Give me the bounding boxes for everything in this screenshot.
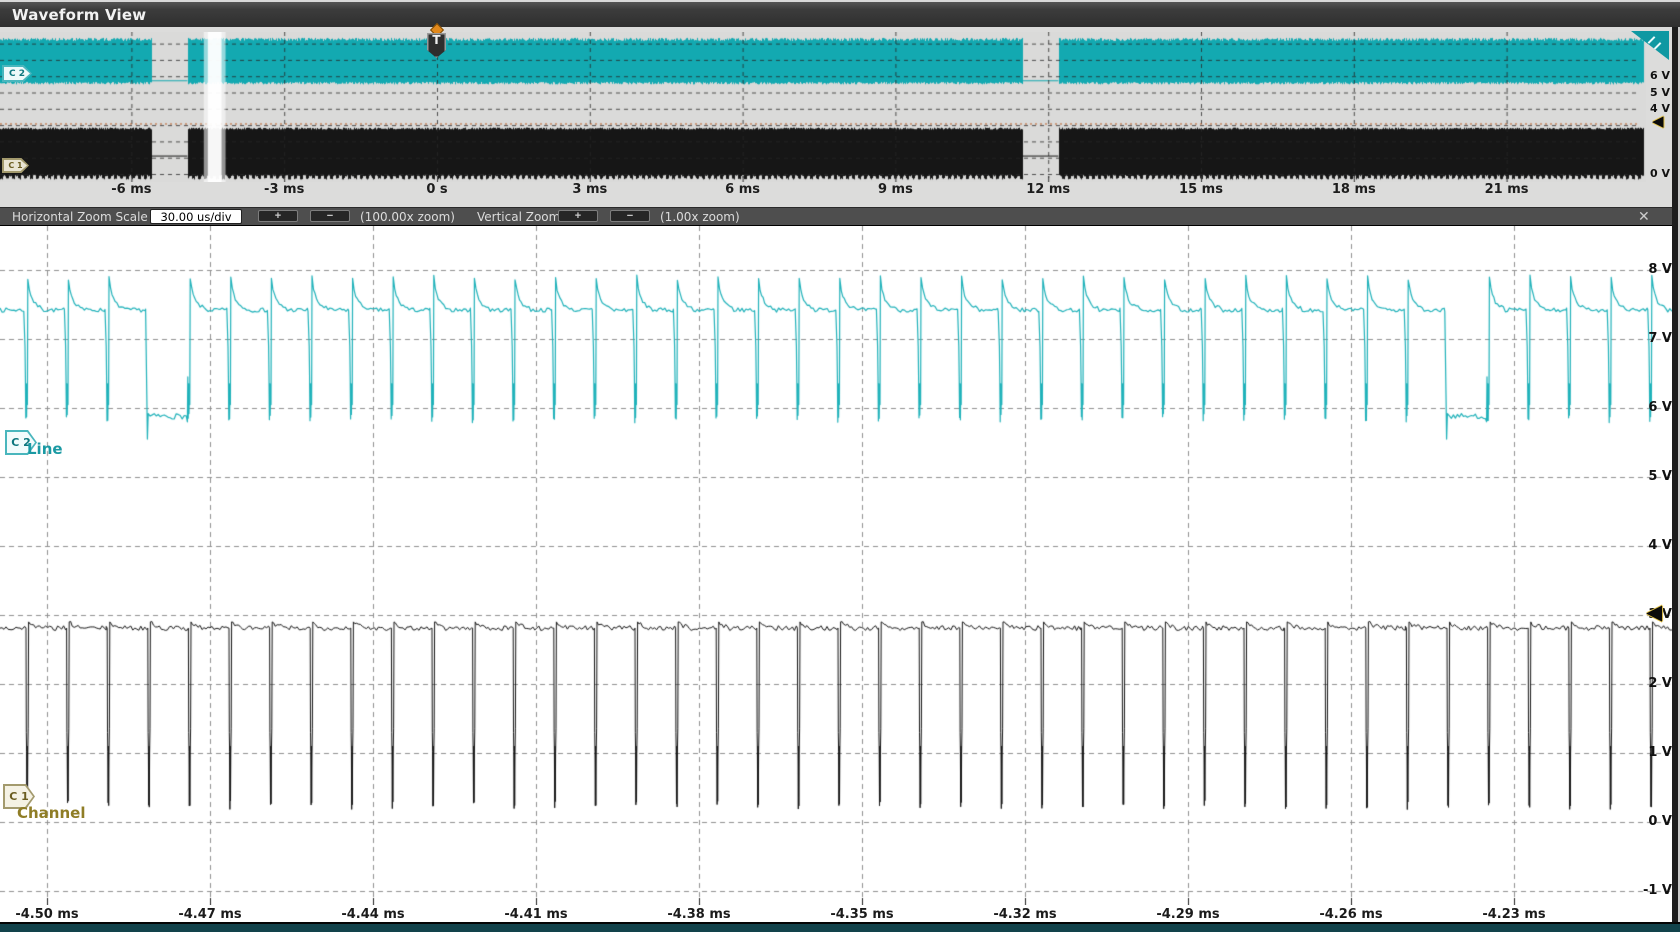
acquisition-overview: -6 ms -3 ms 0 s 3 ms 6 ms 9 ms 12 ms 15 ms 18 ms… xyxy=(0,27,1680,207)
trigger-flag-label: T xyxy=(432,33,440,47)
zoom-time-tick: -4.23 ms xyxy=(1482,907,1545,922)
vertical-zoom-in-button[interactable]: + xyxy=(558,210,598,222)
zoom-voltage-tick: 5 V xyxy=(1640,469,1672,484)
overview-plot[interactable] xyxy=(0,32,1646,182)
overview-time-tick: -3 ms xyxy=(264,182,304,197)
overview-time-tick: 21 ms xyxy=(1485,182,1529,197)
zoom-time-tick: -4.41 ms xyxy=(504,907,567,922)
overview-time-tick: -6 ms xyxy=(111,182,151,197)
close-zoom-toolbar-icon[interactable]: ✕ xyxy=(1638,209,1650,225)
window-title: Waveform View xyxy=(12,6,146,24)
overview-time-tick: 12 ms xyxy=(1026,182,1070,197)
horizontal-zoom-scale-label: Horizontal Zoom Scale xyxy=(12,210,148,224)
zoom-time-tick: -4.44 ms xyxy=(341,907,404,922)
zoom-voltage-tick: 6 V xyxy=(1640,400,1672,415)
waveform-view-window: Waveform View -6 ms -3 ms 0 s 3 ms 6 ms 9 ms 1… xyxy=(0,0,1680,932)
zoom-voltage-tick: 1 V xyxy=(1640,745,1672,760)
zoom-time-tick: -4.26 ms xyxy=(1319,907,1382,922)
channel2-label: Line xyxy=(27,440,63,458)
zoom-voltage-tick: 8 V xyxy=(1640,262,1672,277)
zoom-time-tick: -4.35 ms xyxy=(830,907,893,922)
zoom-voltage-tick: 2 V xyxy=(1640,676,1672,691)
overview-voltage-tick: 6 V xyxy=(1640,69,1670,82)
zoom-time-tick: -4.29 ms xyxy=(1156,907,1219,922)
overview-voltage-tick: 5 V xyxy=(1640,86,1670,99)
horizontal-zoom-out-button[interactable]: − xyxy=(310,210,350,222)
vertical-zoom-readout: (1.00x zoom) xyxy=(660,210,740,224)
zoom-time-tick: -4.38 ms xyxy=(667,907,730,922)
horizontal-zoom-readout: (100.00x zoom) xyxy=(360,210,455,224)
overview-voltage-tick: 0 V xyxy=(1640,167,1670,180)
overview-time-tick: 0 s xyxy=(426,182,447,197)
overview-time-tick: 18 ms xyxy=(1332,182,1376,197)
overview-trigger-level-arrow-icon[interactable]: ◀ xyxy=(1652,114,1664,129)
zoom-voltage-tick: -1 V xyxy=(1640,883,1672,898)
overview-time-tick: 9 ms xyxy=(878,182,913,197)
trigger-level-arrow-icon[interactable]: ◀ xyxy=(1646,602,1662,623)
zoom-voltage-tick: 0 V xyxy=(1640,814,1672,829)
titlebar[interactable]: Waveform View xyxy=(0,0,1680,27)
zoom-time-axis: -4.50 ms -4.47 ms -4.44 ms -4.41 ms -4.38 ms… xyxy=(0,905,1680,922)
overview-time-tick: 15 ms xyxy=(1179,182,1223,197)
zoom-time-tick: -4.32 ms xyxy=(993,907,1056,922)
zoom-view: 8 V7 V6 V5 V4 V3 V2 V1 V0 V-1 V C 2 Line… xyxy=(0,226,1680,905)
zoom-plot[interactable] xyxy=(0,226,1674,905)
horizontal-scale-input[interactable] xyxy=(150,209,242,224)
zoom-voltage-tick: 7 V xyxy=(1640,331,1672,346)
vertical-zoom-out-button[interactable]: − xyxy=(610,210,650,222)
overview-time-tick: 3 ms xyxy=(572,182,607,197)
channel1-label: Channel xyxy=(17,804,85,822)
zoom-time-tick: -4.50 ms xyxy=(15,907,78,922)
zoom-voltage-tick: 4 V xyxy=(1640,538,1672,553)
bottom-bar xyxy=(0,922,1680,932)
zoom-toolbar: Horizontal Zoom Scale + − (100.00x zoom)… xyxy=(0,207,1680,226)
overview-time-tick: 6 ms xyxy=(725,182,760,197)
horizontal-zoom-in-button[interactable]: + xyxy=(258,210,298,222)
zoom-time-tick: -4.47 ms xyxy=(178,907,241,922)
vertical-zoom-label: Vertical Zoom xyxy=(477,210,560,224)
